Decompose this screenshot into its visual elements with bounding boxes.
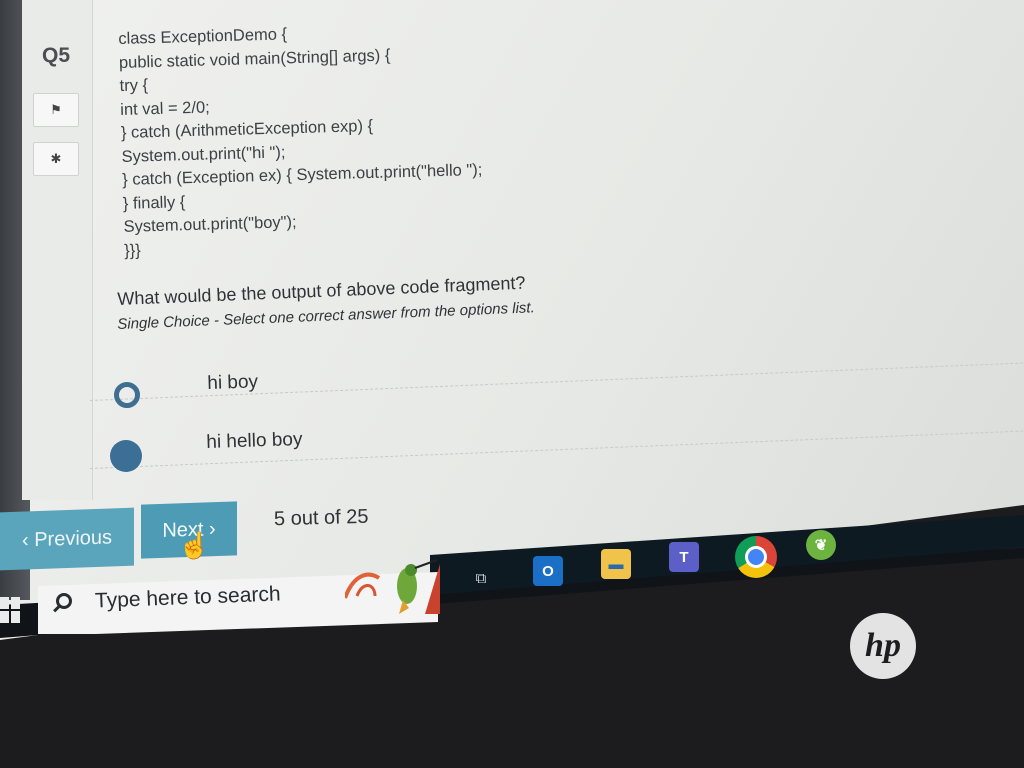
radio-button-selected[interactable] <box>110 440 142 472</box>
option-label[interactable]: hi boy <box>207 371 258 395</box>
file-explorer-icon[interactable]: ▬ <box>601 549 631 579</box>
hand-cursor-icon: ☝ <box>178 530 211 560</box>
outlook-icon[interactable]: O <box>533 556 563 586</box>
windows-start-icon[interactable] <box>0 597 20 623</box>
bug-icon: ✱ <box>50 151 62 166</box>
question-number: Q5 <box>42 44 71 67</box>
chrome-icon[interactable] <box>735 536 777 578</box>
hummingbird-widget-icon <box>345 559 440 614</box>
option-label[interactable]: hi hello boy <box>206 429 303 454</box>
teams-icon[interactable]: T <box>669 542 699 572</box>
flag-button[interactable]: ⚑ <box>33 93 79 127</box>
question-sidebar <box>22 0 93 500</box>
search-icon <box>56 593 72 609</box>
radio-button[interactable] <box>114 382 140 408</box>
flag-icon: ⚑ <box>50 102 62 117</box>
code-block: class ExceptionDemo { public static void… <box>118 13 644 262</box>
spring-tool-icon[interactable]: ❦ <box>806 530 836 560</box>
question-progress: 5 out of 25 <box>273 505 369 531</box>
hp-logo: hp <box>850 613 916 679</box>
report-bug-button[interactable]: ✱ <box>33 142 79 176</box>
previous-button[interactable]: ‹ Previous <box>0 507 134 571</box>
task-view-icon[interactable]: ⧉ <box>466 563 496 593</box>
